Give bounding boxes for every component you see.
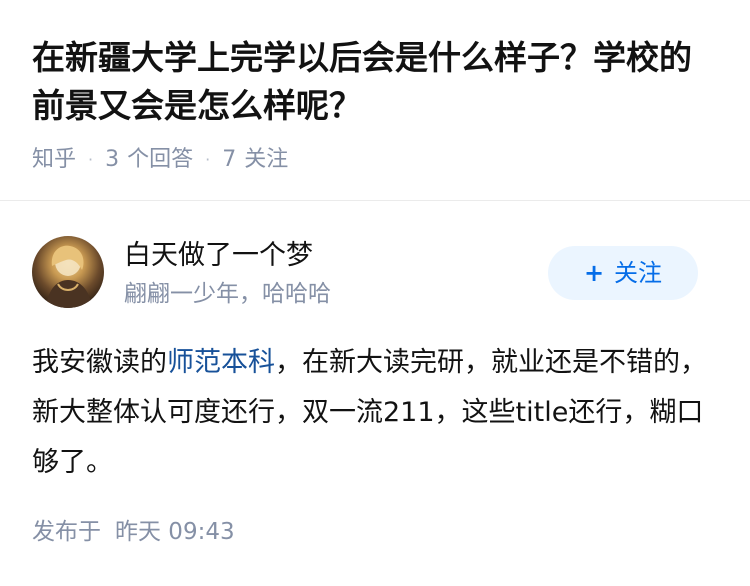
follow-count-label: 关注 [244, 147, 289, 172]
published-time: 昨天 09:43 [115, 519, 235, 545]
answer-content: 我安徽读的师范本科，在新大读完研，就业还是不错的，新大整体认可度还行，双一流21… [32, 338, 722, 488]
question-title[interactable]: 在新疆大学上完学以后会是什么样子？学校的前景又会是怎么样呢？ [32, 34, 722, 130]
avatar-image [46, 245, 92, 308]
meta-separator: · [88, 150, 94, 169]
follow-count: 7 [222, 147, 237, 172]
follow-button-label: 关注 [614, 259, 663, 287]
author-bio: 翩翩一少年，哈哈哈 [124, 281, 331, 307]
answer-count[interactable]: 3 [105, 144, 119, 176]
follow-button[interactable]: + 关注 [548, 246, 698, 300]
answer-count-label[interactable]: 个回答 [127, 144, 193, 176]
question-header: 在新疆大学上完学以后会是什么样子？学校的前景又会是怎么样呢？ 知乎 · 3 个回… [0, 0, 750, 201]
avatar[interactable] [32, 236, 104, 308]
question-meta: 知乎 · 3 个回答 · 7 关注 [32, 144, 288, 176]
published-label: 发布于 [32, 519, 101, 545]
meta-separator: · [205, 150, 211, 169]
source-label[interactable]: 知乎 [32, 144, 76, 176]
answer-text-start: 我安徽读的 [32, 347, 167, 378]
author-name[interactable]: 白天做了一个梦 [124, 238, 313, 274]
answer-footer: 发布于 昨天 09:43 [32, 516, 235, 548]
plus-icon: + [583, 259, 605, 287]
answer-link[interactable]: 师范本科 [167, 347, 275, 378]
